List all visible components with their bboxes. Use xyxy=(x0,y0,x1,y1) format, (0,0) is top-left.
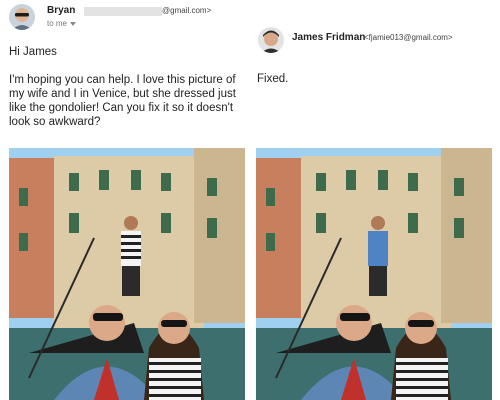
reply-sender-email: <fjamie013@gmail.com> xyxy=(364,33,453,42)
reply-sender-name[interactable]: James Fridman xyxy=(292,32,365,43)
edited-photo[interactable] xyxy=(256,148,492,400)
recipient-label: to me xyxy=(47,19,68,28)
redacted-email xyxy=(84,7,162,16)
sender-avatar[interactable] xyxy=(9,4,35,30)
email-body: I'm hoping you can help. I love this pic… xyxy=(9,74,236,128)
original-email: Bryan @gmail.com> to me Hi James I'm hop… xyxy=(0,0,250,400)
sender-email: @gmail.com> xyxy=(162,6,212,15)
chevron-down-icon xyxy=(70,21,77,26)
reply-body: Fixed. xyxy=(257,73,289,85)
email-greeting: Hi James xyxy=(9,46,57,58)
sender-name[interactable]: Bryan xyxy=(47,5,75,16)
recipient-dropdown[interactable]: to me xyxy=(47,19,77,28)
reply-avatar[interactable] xyxy=(258,27,284,53)
reply-email: James Fridman <fjamie013@gmail.com> Fixe… xyxy=(250,0,500,400)
original-photo[interactable] xyxy=(9,148,245,400)
